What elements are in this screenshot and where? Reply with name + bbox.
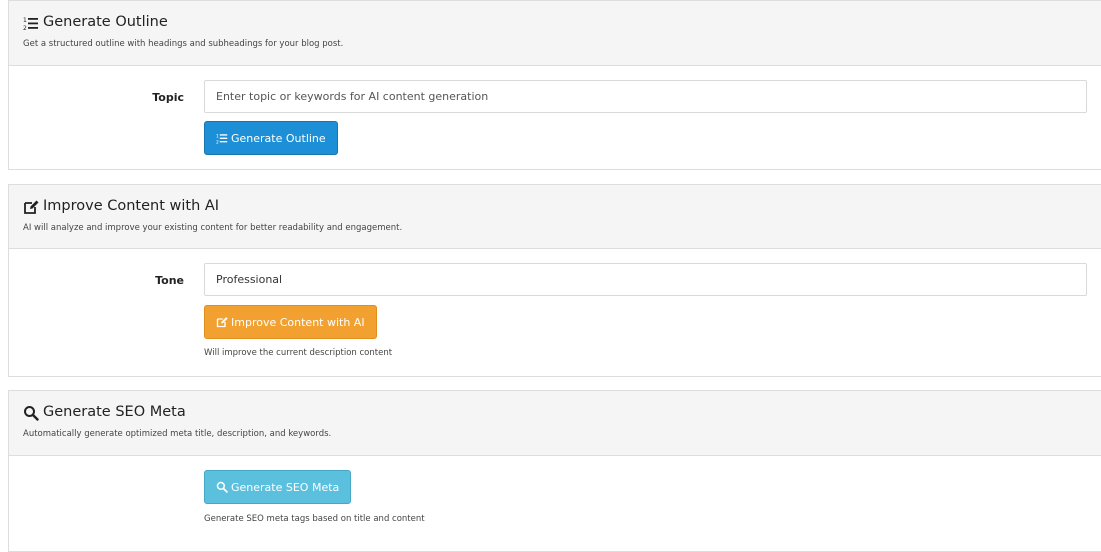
panel-title: 1 2 Generate Outline xyxy=(23,1,1101,33)
improve-help-text: Will improve the current description con… xyxy=(204,348,393,358)
topic-input[interactable] xyxy=(204,80,1087,113)
panel-title-text: Generate SEO Meta xyxy=(43,404,186,420)
edit-icon xyxy=(23,199,39,215)
panel-heading: 1 2 Generate Outline Get a structured ou… xyxy=(9,1,1101,66)
generate-seo-meta-button-label: Generate SEO Meta xyxy=(231,480,340,494)
seo-help-text: Generate SEO meta tags based on title an… xyxy=(204,514,425,524)
topic-label: Topic xyxy=(152,91,184,104)
svg-text:2: 2 xyxy=(216,139,219,144)
search-icon xyxy=(216,481,228,493)
panel-title-text: Improve Content with AI xyxy=(43,198,220,214)
panel-subtitle: AI will analyze and improve your existin… xyxy=(23,223,403,233)
generate-outline-button[interactable]: 1 2 Generate Outline xyxy=(204,121,338,155)
search-icon xyxy=(23,405,39,421)
panel-heading: Generate SEO Meta Automatically generate… xyxy=(9,391,1101,456)
edit-icon xyxy=(216,316,228,328)
svg-text:2: 2 xyxy=(23,25,27,31)
svg-text:1: 1 xyxy=(216,133,219,139)
tone-label: Tone xyxy=(155,274,184,287)
tone-input[interactable] xyxy=(204,263,1087,296)
panel-title: Improve Content with AI xyxy=(23,185,1101,217)
panel-heading: Improve Content with AI AI will analyze … xyxy=(9,185,1101,249)
svg-text:1: 1 xyxy=(23,17,27,24)
generate-seo-meta-button[interactable]: Generate SEO Meta xyxy=(204,470,352,504)
panel-title: Generate SEO Meta xyxy=(23,391,1101,423)
generate-outline-button-label: Generate Outline xyxy=(231,131,326,145)
panel-title-text: Generate Outline xyxy=(43,14,168,30)
list-ordered-icon: 1 2 xyxy=(23,15,39,32)
generate-outline-panel: 1 2 Generate Outline Get a structured ou… xyxy=(8,0,1101,170)
improve-content-button-label: Improve Content with AI xyxy=(231,315,365,329)
panel-subtitle: Automatically generate optimized meta ti… xyxy=(23,429,332,439)
improve-content-panel: Improve Content with AI AI will analyze … xyxy=(8,184,1101,377)
improve-content-button[interactable]: Improve Content with AI xyxy=(204,305,377,339)
seo-meta-panel: Generate SEO Meta Automatically generate… xyxy=(8,390,1101,552)
list-ordered-icon: 1 2 xyxy=(216,132,228,145)
panel-subtitle: Get a structured outline with headings a… xyxy=(23,39,344,49)
